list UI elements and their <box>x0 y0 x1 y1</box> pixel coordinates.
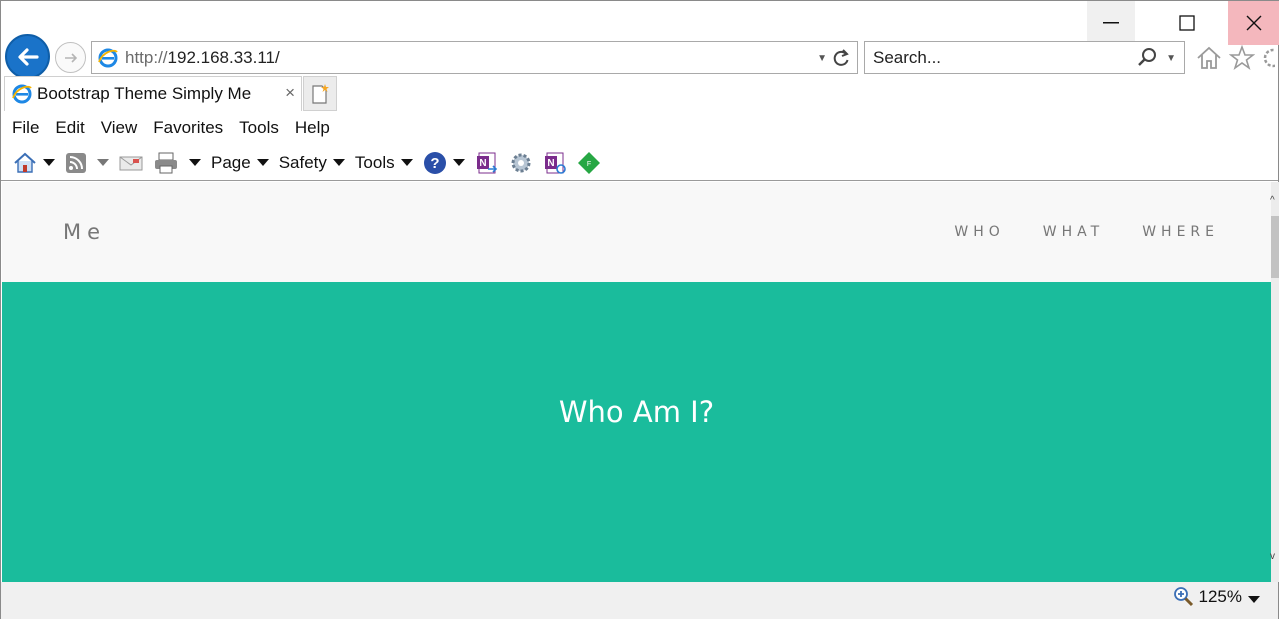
settings-command-button[interactable] <box>509 151 533 175</box>
tab-close-button[interactable]: × <box>285 83 295 103</box>
onenote-icon: N <box>476 152 497 173</box>
minimize-icon <box>1103 22 1119 24</box>
menu-edit[interactable]: Edit <box>55 118 84 138</box>
tools-dropdown-icon <box>400 159 413 166</box>
onenote-linked-icon: N <box>544 152 566 174</box>
nav-link-who[interactable]: WHO <box>954 224 1004 240</box>
new-tab-icon <box>312 83 329 104</box>
feeds-dropdown-icon[interactable] <box>97 159 109 166</box>
print-command-button[interactable] <box>153 151 201 175</box>
menu-file[interactable]: File <box>12 118 39 138</box>
address-dropdown-icon[interactable]: ▼ <box>817 53 827 64</box>
browser-window: http://192.168.33.11/ ▼ ▼ <box>0 0 1279 619</box>
home-icon[interactable] <box>1195 45 1223 71</box>
mail-icon <box>119 156 143 170</box>
site-nav-links: WHO WHAT WHERE <box>916 224 1219 240</box>
forward-button[interactable] <box>55 42 86 73</box>
svg-text:N: N <box>479 158 486 169</box>
back-button[interactable] <box>5 34 50 79</box>
back-arrow-icon <box>17 47 39 66</box>
help-dropdown-icon[interactable] <box>452 159 465 166</box>
minimize-button[interactable] <box>1087 1 1135 45</box>
site-brand-link[interactable]: Me <box>63 220 106 244</box>
svg-text:N: N <box>547 158 554 169</box>
print-dropdown-icon[interactable] <box>189 159 201 166</box>
close-icon <box>1246 15 1262 31</box>
scroll-down-arrow-icon[interactable]: v <box>1270 551 1275 562</box>
search-icon[interactable] <box>1136 47 1158 69</box>
rss-feed-icon <box>66 152 86 173</box>
forward-arrow-icon <box>64 52 77 63</box>
refresh-icon[interactable] <box>831 47 851 69</box>
nav-link-what[interactable]: WHAT <box>1043 224 1104 240</box>
scrollbar-thumb[interactable] <box>1271 216 1279 278</box>
search-box[interactable]: ▼ <box>864 41 1185 74</box>
tab-title: Bootstrap Theme Simply Me <box>37 84 252 103</box>
print-icon <box>155 152 177 173</box>
help-command-button[interactable]: ? <box>423 151 465 175</box>
scroll-up-arrow-icon[interactable]: ^ <box>1270 195 1275 206</box>
hero-heading: Who Am I? <box>558 395 715 429</box>
hero-section: Who Am I? <box>2 282 1271 582</box>
ie-logo-icon <box>98 48 118 67</box>
page-menu-label: Page <box>211 152 251 172</box>
feeds-command-button[interactable] <box>65 152 109 174</box>
page-viewport: Me WHO WHAT WHERE Who Am I? <box>2 182 1271 582</box>
safety-dropdown-icon <box>332 159 345 166</box>
zoom-magnifier-icon <box>1173 587 1193 607</box>
gear-icon <box>511 153 531 172</box>
menu-view[interactable]: View <box>101 118 138 138</box>
zoom-control[interactable]: 125% <box>1173 586 1242 608</box>
onenote-linked-button[interactable]: N <box>543 151 567 175</box>
nav-link-where[interactable]: WHERE <box>1142 224 1219 240</box>
menu-tools[interactable]: Tools <box>239 118 279 138</box>
zoom-dropdown-icon[interactable] <box>1248 596 1260 603</box>
safety-menu-button[interactable]: Safety <box>279 153 345 173</box>
svg-text:?: ? <box>430 155 439 172</box>
maximize-icon <box>1179 15 1195 31</box>
browser-toolbar-icons <box>1195 45 1275 71</box>
url-text: http://192.168.33.11/ <box>125 48 280 68</box>
maximize-button[interactable] <box>1163 1 1211 45</box>
site-navbar: Me WHO WHAT WHERE <box>2 182 1271 282</box>
mail-command-button[interactable] <box>119 153 143 173</box>
command-bar: Page Safety Tools ? N N F <box>1 145 1278 181</box>
extension-button[interactable]: F <box>577 151 601 175</box>
home-command-button[interactable] <box>13 152 55 174</box>
home-dropdown-icon[interactable] <box>43 159 55 166</box>
page-menu-button[interactable]: Page <box>211 153 269 173</box>
url-prefix: http:// <box>125 47 168 67</box>
safety-menu-label: Safety <box>278 152 327 172</box>
menu-bar: File Edit View Favorites Tools Help <box>1 111 1278 145</box>
home-page-icon <box>14 152 36 173</box>
url-host: 192.168.33.11/ <box>167 47 280 67</box>
menu-favorites[interactable]: Favorites <box>153 118 223 138</box>
svg-text:F: F <box>586 161 590 168</box>
star-icon[interactable] <box>1229 45 1255 71</box>
search-input[interactable] <box>873 47 1123 68</box>
onenote-send-button[interactable]: N <box>475 151 499 175</box>
menu-help[interactable]: Help <box>295 118 330 138</box>
zoom-level: 125% <box>1198 587 1242 606</box>
extension-diamond-icon: F <box>577 151 600 174</box>
help-icon: ? <box>423 151 446 174</box>
gear-icon[interactable] <box>1261 45 1275 71</box>
new-tab-button[interactable] <box>303 76 337 111</box>
close-window-button[interactable] <box>1228 1 1279 45</box>
tools-menu-button[interactable]: Tools <box>355 153 413 173</box>
search-dropdown-icon[interactable]: ▼ <box>1166 53 1176 64</box>
status-bar: 125% <box>1 582 1278 619</box>
ie-tab-icon <box>12 84 32 104</box>
page-dropdown-icon <box>256 159 269 166</box>
tools-menu-label: Tools <box>354 152 395 172</box>
tab-bootstrap-theme[interactable]: Bootstrap Theme Simply Me × <box>4 76 302 111</box>
address-bar[interactable]: http://192.168.33.11/ ▼ <box>91 41 858 74</box>
